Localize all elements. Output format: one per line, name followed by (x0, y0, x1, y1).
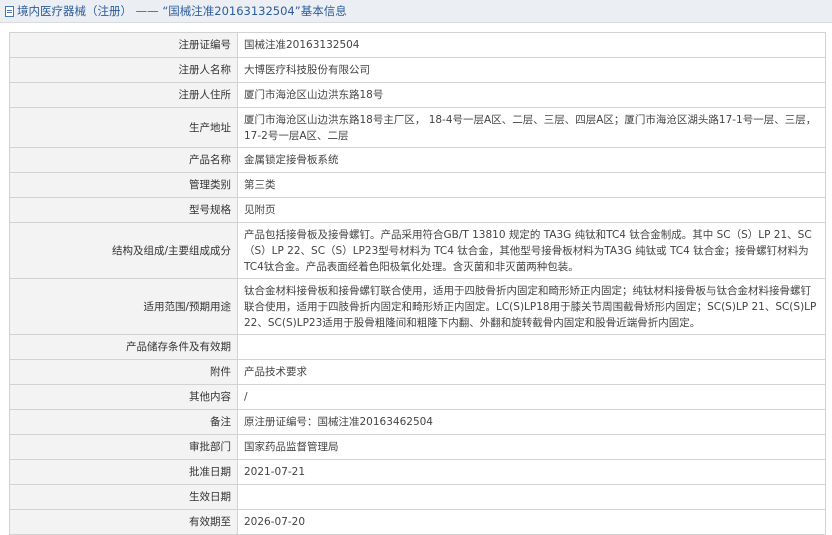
breadcrumb-current: “国械注准20163132504”基本信息 (162, 4, 347, 18)
field-value (237, 334, 826, 360)
table-row: 管理类别 第三类 (9, 172, 826, 198)
table-row: 生效日期 (9, 484, 826, 510)
field-label: 注册人名称 (9, 57, 238, 83)
breadcrumb: 境内医疗器械（注册） —— “国械注准20163132504”基本信息 (17, 3, 347, 19)
table-row: 注册人住所 厦门市海沧区山边洪东路18号 (9, 82, 826, 108)
table-row: 其他内容 / (9, 384, 826, 410)
field-value: 产品包括接骨板及接骨螺钉。产品采用符合GB/T 13810 规定的 TA3G 纯… (237, 222, 826, 279)
document-icon (5, 5, 14, 17)
field-value: 国械注准20163132504 (237, 32, 826, 58)
field-label: 有效期至 (9, 509, 238, 535)
table-row: 批准日期 2021-07-21 (9, 459, 826, 485)
field-value: 金属锁定接骨板系统 (237, 147, 826, 173)
field-value: 2021-07-21 (237, 459, 826, 485)
field-label: 适用范围/预期用途 (9, 278, 238, 335)
table-row: 产品储存条件及有效期 (9, 334, 826, 360)
breadcrumb-separator: —— (132, 4, 163, 18)
table-row: 适用范围/预期用途 钛合金材料接骨板和接骨螺钉联合使用，适用于四肢骨折内固定和畸… (9, 278, 826, 335)
field-value: / (237, 384, 826, 410)
field-value (237, 484, 826, 510)
field-value: 厦门市海沧区山边洪东路18号 (237, 82, 826, 108)
field-label: 生产地址 (9, 107, 238, 148)
field-value: 第三类 (237, 172, 826, 198)
field-label: 管理类别 (9, 172, 238, 198)
field-label: 注册人住所 (9, 82, 238, 108)
breadcrumb-bar: 境内医疗器械（注册） —— “国械注准20163132504”基本信息 (0, 0, 832, 23)
field-label: 其他内容 (9, 384, 238, 410)
table-row: 注册证编号 国械注准20163132504 (9, 32, 826, 58)
field-value: 原注册证编号：国械注准20163462504 (237, 409, 826, 435)
field-label: 结构及组成/主要组成成分 (9, 222, 238, 279)
table-row: 产品名称 金属锁定接骨板系统 (9, 147, 826, 173)
field-label: 注册证编号 (9, 32, 238, 58)
field-label: 批准日期 (9, 459, 238, 485)
table-row: 注册人名称 大博医疗科技股份有限公司 (9, 57, 826, 83)
table-row: 型号规格 见附页 (9, 197, 826, 223)
registration-info-table: 注册证编号 国械注准20163132504 注册人名称 大博医疗科技股份有限公司… (9, 32, 826, 535)
field-value: 产品技术要求 (237, 359, 826, 385)
field-label: 型号规格 (9, 197, 238, 223)
table-row: 附件 产品技术要求 (9, 359, 826, 385)
field-value: 钛合金材料接骨板和接骨螺钉联合使用，适用于四肢骨折内固定和畸形矫正内固定；纯钛材… (237, 278, 826, 335)
table-row: 审批部门 国家药品监督管理局 (9, 434, 826, 460)
table-row: 有效期至 2026-07-20 (9, 509, 826, 535)
table-row: 生产地址 厦门市海沧区山边洪东路18号主厂区， 18-4号一层A区、二层、三层、… (9, 107, 826, 148)
field-value: 见附页 (237, 197, 826, 223)
field-value: 国家药品监督管理局 (237, 434, 826, 460)
field-value: 厦门市海沧区山边洪东路18号主厂区， 18-4号一层A区、二层、三层、四层A区；… (237, 107, 826, 148)
field-value: 大博医疗科技股份有限公司 (237, 57, 826, 83)
table-row: 结构及组成/主要组成成分 产品包括接骨板及接骨螺钉。产品采用符合GB/T 138… (9, 222, 826, 279)
field-label: 生效日期 (9, 484, 238, 510)
field-label: 审批部门 (9, 434, 238, 460)
field-label: 备注 (9, 409, 238, 435)
field-label: 产品储存条件及有效期 (9, 334, 238, 360)
field-value: 2026-07-20 (237, 509, 826, 535)
table-row: 备注 原注册证编号：国械注准20163462504 (9, 409, 826, 435)
field-label: 产品名称 (9, 147, 238, 173)
breadcrumb-category-link[interactable]: 境内医疗器械（注册） (17, 4, 132, 18)
field-label: 附件 (9, 359, 238, 385)
